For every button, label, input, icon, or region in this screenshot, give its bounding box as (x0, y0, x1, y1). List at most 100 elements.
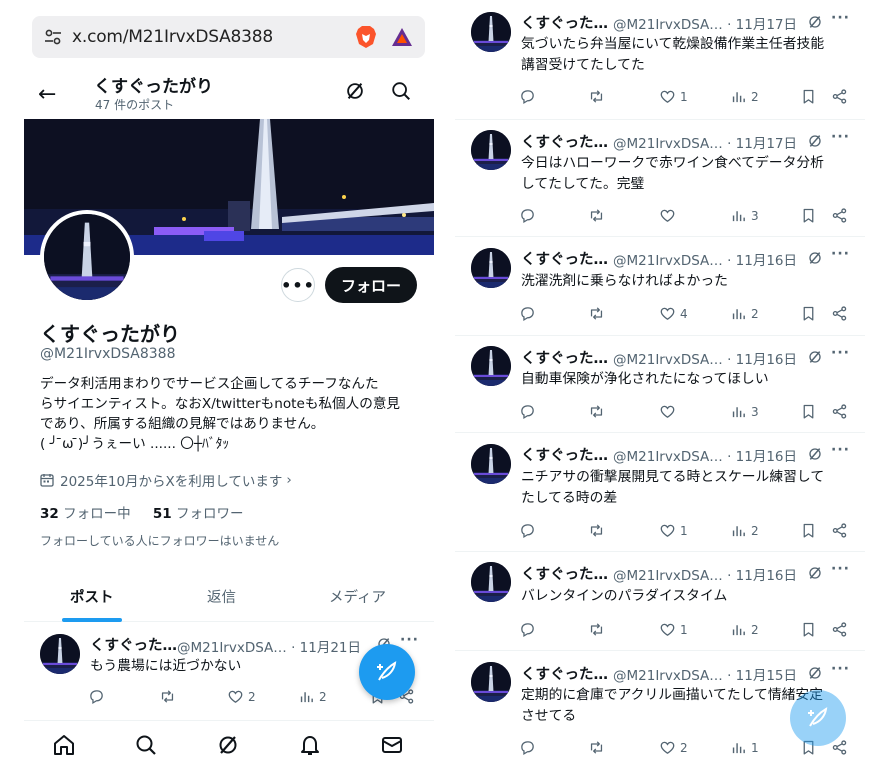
more-options-icon[interactable]: ··· (831, 10, 850, 26)
more-options-icon[interactable]: ··· (831, 442, 850, 458)
tweet-author-name[interactable]: くすぐった… (521, 347, 608, 368)
profile-more-button[interactable]: ••• (281, 268, 315, 302)
more-options-icon[interactable]: ··· (831, 246, 850, 262)
tab-replies[interactable]: 返信 (207, 586, 236, 607)
site-settings-icon[interactable] (44, 28, 62, 46)
tweet[interactable]: くすぐった… @M21IrvxDSA… · 11月16日 ··· 洗濯洗剤に乗ら… (455, 238, 865, 336)
like-button[interactable]: 4 (659, 305, 688, 322)
reply-button[interactable] (519, 739, 540, 756)
share-button[interactable] (831, 739, 852, 756)
repost-button[interactable] (159, 688, 180, 705)
reply-button[interactable] (519, 621, 540, 638)
repost-button[interactable] (588, 403, 609, 420)
tweet-author-name[interactable]: くすぐった… (521, 131, 608, 152)
like-button[interactable]: 2 (659, 739, 688, 756)
tweet-author-name[interactable]: くすぐった… (521, 444, 608, 465)
share-button[interactable] (831, 207, 852, 224)
like-button[interactable]: 1 (659, 522, 688, 539)
tweet[interactable]: くすぐった… @M21IrvxDSA… · 11月16日 ··· 自動車保険が浄… (455, 337, 865, 433)
messages-icon[interactable] (380, 733, 404, 757)
repost-button[interactable] (588, 522, 609, 539)
grok-icon[interactable] (807, 250, 823, 266)
more-options-icon[interactable]: ··· (400, 632, 419, 648)
tab-media[interactable]: メディア (329, 586, 386, 607)
tweet[interactable]: くすぐった… @M21IrvxDSA… · 11月17日 ··· 今日はハローワ… (455, 121, 865, 237)
search-icon[interactable] (134, 733, 158, 757)
tweet-author-name[interactable]: くすぐった… (521, 563, 608, 584)
grok-icon[interactable] (807, 565, 823, 581)
grok-icon[interactable] (807, 349, 823, 365)
home-icon[interactable] (52, 733, 76, 757)
more-options-icon[interactable]: ··· (831, 129, 850, 145)
compose-post-button[interactable] (790, 690, 846, 746)
grok-icon[interactable] (807, 14, 823, 30)
repost-button[interactable] (588, 305, 609, 322)
like-button[interactable] (659, 403, 680, 420)
bookmark-button[interactable] (800, 88, 821, 105)
avatar[interactable] (471, 346, 511, 386)
repost-button[interactable] (588, 621, 609, 638)
tweet[interactable]: くすぐった… @M21IrvxDSA… · 11月16日 ··· バレンタインの… (455, 553, 865, 651)
reply-button[interactable] (519, 522, 540, 539)
tweet[interactable]: くすぐった… @M21IrvxDSA… · 11月16日 ··· ニチアサの衝撃… (455, 434, 865, 552)
compose-post-button[interactable] (359, 644, 415, 700)
share-button[interactable] (831, 88, 852, 105)
reply-button[interactable] (519, 88, 540, 105)
repost-button[interactable] (588, 739, 609, 756)
tweet-author-name[interactable]: くすぐった… (90, 634, 177, 655)
notifications-icon[interactable] (298, 733, 322, 757)
bookmark-button[interactable] (800, 522, 821, 539)
repost-button[interactable] (588, 207, 609, 224)
follow-button[interactable]: フォロー (325, 267, 417, 303)
like-button[interactable] (659, 207, 680, 224)
tweet-author-name[interactable]: くすぐった… (521, 248, 608, 269)
avatar[interactable] (471, 444, 511, 484)
avatar[interactable] (471, 562, 511, 602)
reply-button[interactable] (519, 305, 540, 322)
views-button[interactable]: 3 (730, 207, 759, 224)
share-button[interactable] (831, 403, 852, 420)
like-button[interactable]: 1 (659, 88, 688, 105)
views-button[interactable]: 3 (730, 403, 759, 420)
brave-shields-icon[interactable] (355, 25, 377, 49)
brave-rewards-icon[interactable] (391, 27, 413, 47)
share-button[interactable] (831, 522, 852, 539)
bookmark-button[interactable] (800, 207, 821, 224)
views-button[interactable]: 1 (730, 739, 759, 756)
grok-icon[interactable] (807, 665, 823, 681)
views-button[interactable]: 2 (298, 688, 327, 705)
grok-icon[interactable] (807, 446, 823, 462)
tweet[interactable]: くすぐった… @M21IrvxDSA… · 11月17日 ··· 気づいたら弁当… (455, 0, 865, 120)
share-button[interactable] (831, 621, 852, 638)
more-options-icon[interactable]: ··· (831, 561, 850, 577)
repost-button[interactable] (588, 88, 609, 105)
following-count[interactable]: 32 (40, 506, 59, 522)
avatar[interactable] (40, 634, 80, 674)
views-button[interactable]: 2 (730, 88, 759, 105)
profile-avatar[interactable] (40, 210, 134, 304)
views-button[interactable]: 2 (730, 305, 759, 322)
tweet-author-name[interactable]: くすぐった… (521, 12, 608, 33)
address-bar[interactable]: x.com/M21IrvxDSA8388 (32, 16, 425, 58)
more-options-icon[interactable]: ··· (831, 345, 850, 361)
url-text[interactable]: x.com/M21IrvxDSA8388 (72, 27, 355, 47)
bookmark-button[interactable] (800, 621, 821, 638)
views-button[interactable]: 2 (730, 522, 759, 539)
following-label[interactable]: フォロー中 (63, 506, 131, 522)
avatar[interactable] (471, 248, 511, 288)
share-button[interactable] (831, 305, 852, 322)
reply-button[interactable] (519, 207, 540, 224)
joined-date[interactable]: 2025年10月からXを利用しています › (40, 470, 292, 490)
views-button[interactable]: 2 (730, 621, 759, 638)
search-icon[interactable] (390, 80, 412, 102)
reply-button[interactable] (519, 403, 540, 420)
grok-icon[interactable] (216, 733, 240, 757)
followers-label[interactable]: フォロワー (176, 506, 244, 522)
back-arrow-icon[interactable]: ← (38, 82, 56, 107)
tweet-author-name[interactable]: くすぐった… (521, 663, 608, 684)
bookmark-button[interactable] (800, 403, 821, 420)
like-button[interactable]: 1 (659, 621, 688, 638)
followers-count[interactable]: 51 (153, 506, 172, 522)
like-button[interactable]: 2 (227, 688, 256, 705)
more-options-icon[interactable]: ··· (831, 661, 850, 677)
